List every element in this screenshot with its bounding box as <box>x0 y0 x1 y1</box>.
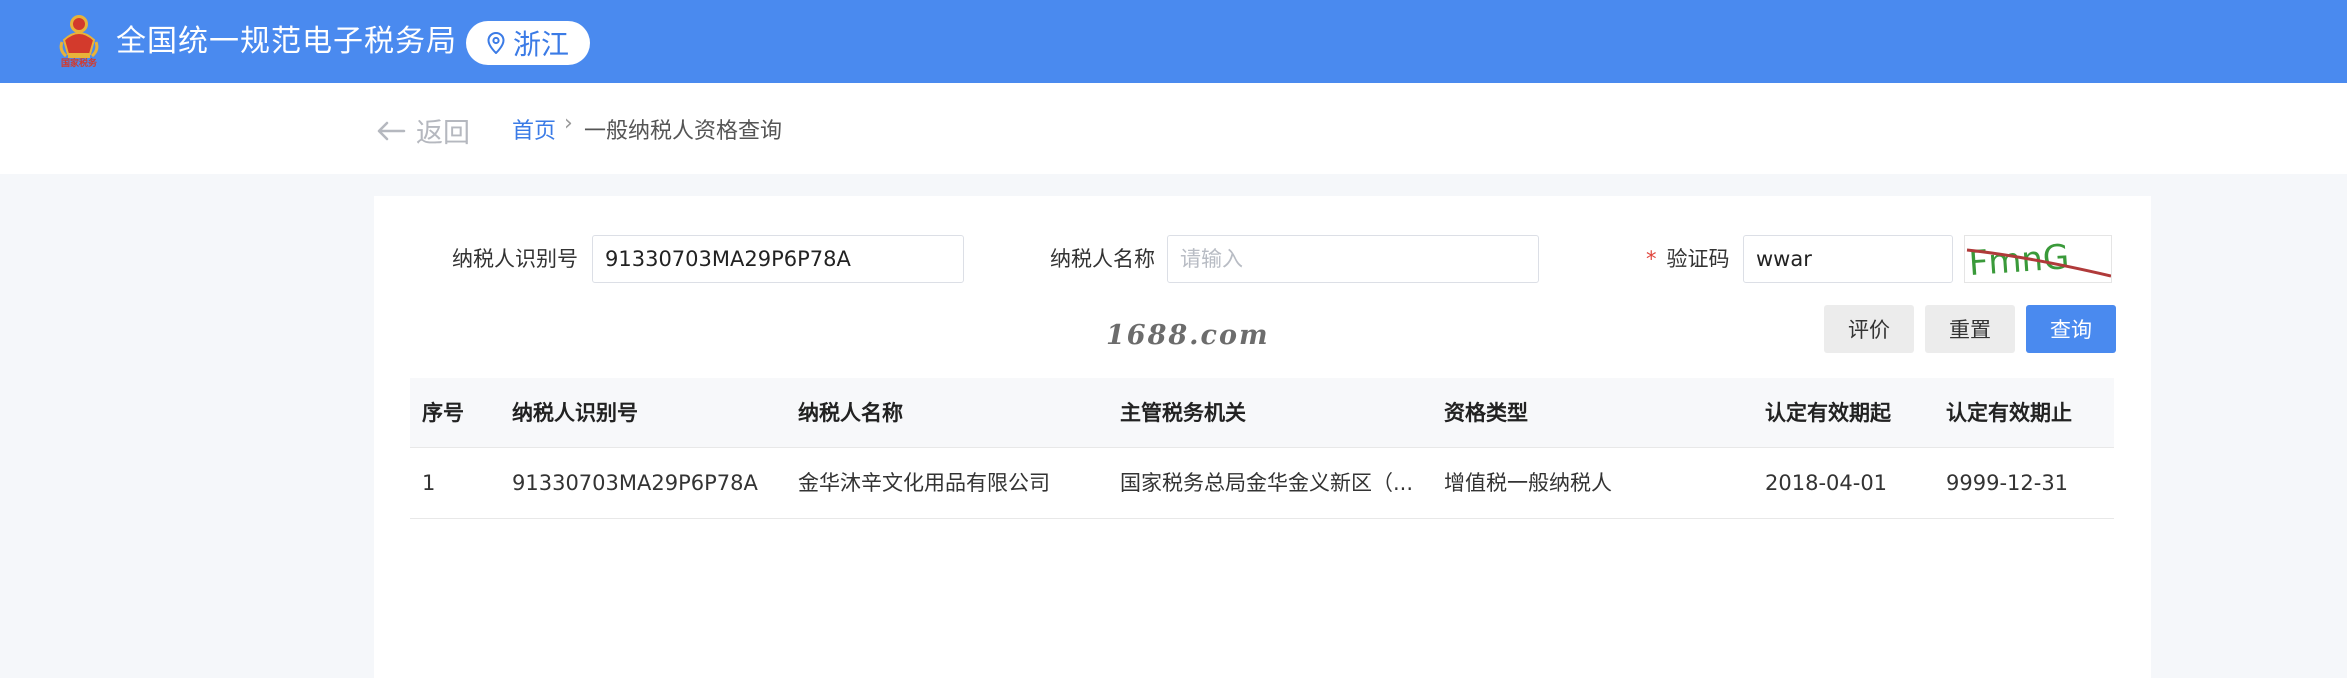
location-pin-icon <box>487 32 505 54</box>
taxpayer-name-label: 纳税人名称 <box>1050 247 1155 271</box>
breadcrumb-bar: 返回 首页 › 一般纳税人资格查询 <box>0 83 2347 174</box>
table-cell-valid-from: 2018-04-01 <box>1765 471 1888 495</box>
taxpayer-name-input[interactable]: 请输入 <box>1167 235 1539 283</box>
breadcrumb-separator: › <box>564 111 573 136</box>
table-cell-valid-to: 9999-12-31 <box>1946 471 2069 495</box>
table-header-row: 序号 纳税人识别号 纳税人名称 主管税务机关 资格类型 认定有效期起 认定有效期… <box>410 378 2114 448</box>
breadcrumb-home-link[interactable]: 首页 <box>512 113 556 145</box>
column-header: 纳税人识别号 <box>512 401 638 425</box>
breadcrumb-current: 一般纳税人资格查询 <box>584 119 783 144</box>
back-label: 返回 <box>416 118 470 149</box>
evaluate-button[interactable]: 评价 <box>1824 305 1914 353</box>
region-selector[interactable]: 浙江 <box>466 21 590 65</box>
column-header: 主管税务机关 <box>1120 401 1246 425</box>
site-title[interactable]: 全国统一规范电子税务局 <box>116 20 457 64</box>
column-header: 纳税人名称 <box>798 401 903 425</box>
column-header: 认定有效期止 <box>1946 401 2072 425</box>
captcha-input[interactable]: wwar <box>1743 235 1953 283</box>
top-header: 国家税务 全国统一规范电子税务局 浙江 <box>0 0 2347 83</box>
arrow-left-icon <box>377 121 406 140</box>
tax-emblem-icon[interactable]: 国家税务 <box>54 10 104 72</box>
column-header: 资格类型 <box>1444 401 1528 425</box>
captcha-image[interactable]: FmnG <box>1964 235 2112 283</box>
captcha-image-text: FmnG <box>1967 237 2070 283</box>
taxpayer-id-input[interactable]: 91330703MA29P6P78A <box>592 235 964 283</box>
query-panel: 纳税人识别号 91330703MA29P6P78A 纳税人名称 请输入 * 验证码… <box>374 196 2151 678</box>
table-cell-tax-authority: 国家税务总局金华金义新区（... <box>1120 471 1414 495</box>
column-header: 序号 <box>422 401 464 425</box>
region-label: 浙江 <box>512 28 569 61</box>
table-cell-taxpayer-name: 金华沐辛文化用品有限公司 <box>798 471 1050 495</box>
table-cell-taxpayer-id: 91330703MA29P6P78A <box>512 471 758 495</box>
captcha-label: * 验证码 <box>1646 235 1730 283</box>
query-button[interactable]: 查询 <box>2026 305 2116 353</box>
table-cell-index: 1 <box>422 471 436 495</box>
captcha-label-text: 验证码 <box>1666 247 1730 271</box>
column-header: 认定有效期起 <box>1765 401 1891 425</box>
reset-button[interactable]: 重置 <box>1925 305 2015 353</box>
table-row[interactable]: 1 91330703MA29P6P78A 金华沐辛文化用品有限公司 国家税务总局… <box>410 448 2114 519</box>
required-mark: * <box>1646 247 1657 271</box>
taxpayer-id-label: 纳税人识别号 <box>452 247 578 271</box>
watermark-text: 1688.com <box>1106 320 1270 351</box>
back-button[interactable]: 返回 <box>376 111 470 150</box>
table-cell-qualification-type: 增值税一般纳税人 <box>1444 471 1612 495</box>
results-table: 序号 纳税人识别号 纳税人名称 主管税务机关 资格类型 认定有效期起 认定有效期… <box>410 378 2114 519</box>
emblem-text: 国家税务 <box>60 59 97 69</box>
